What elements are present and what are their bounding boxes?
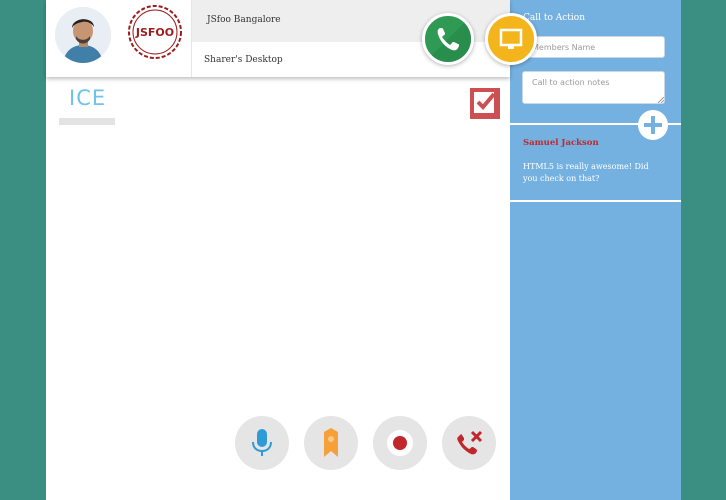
record-button[interactable] bbox=[373, 416, 427, 470]
hangup-button[interactable] bbox=[442, 416, 496, 470]
header-bar: JSFOO JSfoo Bangalore Sharer's Desktop bbox=[46, 0, 537, 77]
microphone-button[interactable] bbox=[235, 416, 289, 470]
jsfoo-logo: JSFOO bbox=[126, 3, 184, 61]
call-to-action-panel: Call to Action Samuel Jackson HTML5 is r… bbox=[510, 0, 681, 500]
screen-title: Sharer's Desktop bbox=[204, 55, 283, 65]
resize-grip-icon[interactable] bbox=[658, 97, 664, 103]
cta-label: Call to Action bbox=[523, 13, 586, 23]
members-name-input[interactable] bbox=[522, 36, 665, 58]
ice-label: ICE bbox=[69, 86, 107, 110]
message-author: Samuel Jackson bbox=[523, 138, 599, 148]
plus-icon bbox=[644, 116, 662, 134]
phone-icon bbox=[425, 16, 471, 62]
app-window: JSFOO JSfoo Bangalore Sharer's Desktop I… bbox=[46, 0, 681, 500]
screen-share-icon bbox=[499, 28, 523, 49]
avatar-icon bbox=[55, 7, 111, 63]
message-text: HTML5 is really awesome! Did you check o… bbox=[523, 162, 649, 183]
bookmark-icon bbox=[324, 428, 338, 457]
add-button[interactable] bbox=[638, 110, 668, 140]
call-button[interactable] bbox=[422, 13, 474, 65]
ice-status-bar bbox=[59, 118, 115, 125]
event-title: JSfoo Bangalore bbox=[207, 15, 281, 25]
avatar[interactable] bbox=[55, 7, 111, 63]
hangup-icon bbox=[457, 430, 483, 455]
message-divider bbox=[510, 200, 681, 202]
jsfoo-logo-icon: JSFOO bbox=[128, 5, 182, 59]
screen-share-button[interactable] bbox=[485, 13, 537, 65]
logo-text: JSFOO bbox=[135, 26, 174, 39]
checkbox-checked-icon[interactable] bbox=[470, 88, 500, 119]
cta-notes-input[interactable] bbox=[522, 71, 665, 104]
bookmark-button[interactable] bbox=[304, 416, 358, 470]
record-icon bbox=[387, 430, 413, 456]
microphone-icon bbox=[252, 429, 272, 456]
